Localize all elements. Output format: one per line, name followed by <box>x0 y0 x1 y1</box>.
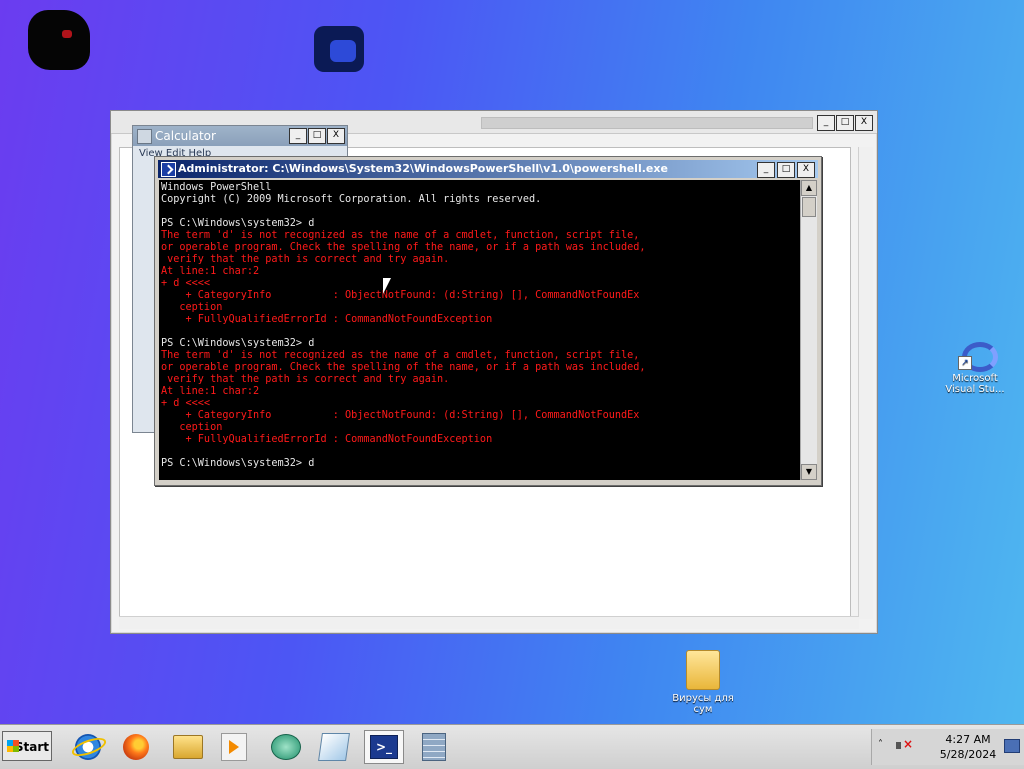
console-line: + FullyQualifiedErrorId : CommandNotFoun… <box>161 314 493 325</box>
titlebar-strip <box>481 117 813 129</box>
close-button[interactable]: X <box>327 128 345 144</box>
windows-logo-icon <box>7 740 19 752</box>
clock-date: 5/28/2024 <box>939 748 997 761</box>
console-line: ception <box>161 422 223 433</box>
firefox-icon <box>123 734 149 760</box>
taskbar-item-internet-explorer[interactable] <box>68 730 108 764</box>
show-desktop-icon[interactable] <box>1004 739 1020 753</box>
close-button[interactable]: X <box>855 115 873 131</box>
calculator-titlebar[interactable]: Calculator _ □ X <box>133 126 347 146</box>
clock[interactable]: 4:27 AM 5/28/2024 <box>932 732 1004 762</box>
calculator-icon <box>137 129 152 144</box>
start-button[interactable]: Start <box>2 731 52 761</box>
console-line: Copyright (C) 2009 Microsoft Corporation… <box>161 194 542 205</box>
folder-icon <box>686 650 720 690</box>
visual-studio-icon: ↗ <box>958 340 998 372</box>
powershell-titlebar[interactable]: Administrator: C:\Windows\System32\Windo… <box>158 160 818 178</box>
chat-icon <box>271 734 301 760</box>
powershell-title: Administrator: C:\Windows\System32\Windo… <box>178 162 668 175</box>
taskbar-item-notepad[interactable] <box>314 730 354 764</box>
console-line: Windows PowerShell <box>161 182 272 193</box>
clock-time: 4:27 AM <box>945 733 991 746</box>
maximize-button[interactable]: □ <box>777 162 795 178</box>
minimize-button[interactable]: _ <box>289 128 307 144</box>
calculator-title: Calculator <box>155 129 216 143</box>
powershell-icon <box>161 162 176 177</box>
horizontal-scrollbar[interactable] <box>119 616 859 629</box>
ie-icon <box>75 734 101 760</box>
powershell-window[interactable]: Administrator: C:\Windows\System32\Windo… <box>154 156 822 486</box>
console-line: ception <box>161 302 223 313</box>
maximize-button[interactable]: □ <box>308 128 326 144</box>
folder-icon <box>173 735 203 759</box>
speaker-muted-icon[interactable] <box>896 737 913 753</box>
desktop-artifact <box>28 10 90 70</box>
console-line: At line:1 char:2 <box>161 266 260 277</box>
scroll-thumb[interactable] <box>802 197 816 217</box>
maximize-button[interactable]: □ <box>836 115 854 131</box>
desktop-icon-visual-studio[interactable]: ↗ Microsoft Visual Stu... <box>940 340 1010 395</box>
desktop-artifact <box>330 40 356 62</box>
console-scrollbar[interactable]: ▲ ▼ <box>800 180 817 480</box>
desktop-icon-folder[interactable]: Вирусы для сум <box>668 650 738 715</box>
console-line: The term 'd' is not recognized as the na… <box>161 230 640 241</box>
console-line: The term 'd' is not recognized as the na… <box>161 350 640 361</box>
scroll-up-arrow-icon[interactable]: ▲ <box>801 180 817 196</box>
console-line: or operable program. Check the spelling … <box>161 242 646 253</box>
taskbar-item-windows-explorer[interactable] <box>168 730 208 764</box>
console-line: PS C:\Windows\system32> d <box>161 218 315 229</box>
desktop-artifact <box>62 30 72 38</box>
taskbar-item-calculator[interactable] <box>414 730 454 764</box>
console-line: + FullyQualifiedErrorId : CommandNotFoun… <box>161 434 493 445</box>
notepad-icon <box>318 733 350 761</box>
taskbar-item-powershell[interactable]: >_ <box>364 730 404 764</box>
console-line: + CategoryInfo : ObjectNotFound: (d:Stri… <box>161 290 640 301</box>
show-hidden-icons-chevron-icon[interactable]: ˄ <box>878 739 883 750</box>
taskbar-item-firefox[interactable] <box>116 730 156 764</box>
desktop-icon-label: Вирусы для сум <box>672 693 734 715</box>
console-line: + d <<<< <box>161 398 211 409</box>
system-tray: ˄ 4:27 AM 5/28/2024 <box>871 729 1024 765</box>
scroll-down-arrow-icon[interactable]: ▼ <box>801 464 817 480</box>
console-line: At line:1 char:2 <box>161 386 260 397</box>
console-line: verify that the path is correct and try … <box>161 254 450 265</box>
console-line: or operable program. Check the spelling … <box>161 362 646 373</box>
console-line: + CategoryInfo : ObjectNotFound: (d:Stri… <box>161 410 640 421</box>
taskbar: Start >_ ˄ 4:27 AM 5/28/2024 <box>0 724 1024 769</box>
console-line: + d <<<< <box>161 278 211 289</box>
minimize-button[interactable]: _ <box>757 162 775 178</box>
desktop-icon-label: Microsoft Visual Stu... <box>945 373 1005 395</box>
media-player-icon <box>221 733 247 761</box>
console-line: PS C:\Windows\system32> d <box>161 458 315 469</box>
start-label: Start <box>14 740 49 754</box>
calculator-icon <box>422 733 446 761</box>
taskbar-item-media-player[interactable] <box>214 730 254 764</box>
close-button[interactable]: X <box>797 162 815 178</box>
vertical-scrollbar[interactable] <box>858 147 873 619</box>
console-line: PS C:\Windows\system32> d <box>161 338 315 349</box>
powershell-icon: >_ <box>370 735 398 759</box>
minimize-button[interactable]: _ <box>817 115 835 131</box>
console-line: verify that the path is correct and try … <box>161 374 450 385</box>
taskbar-item-chat-app[interactable] <box>266 730 306 764</box>
console-output[interactable]: Windows PowerShell Copyright (C) 2009 Mi… <box>159 180 801 480</box>
mouse-cursor-icon <box>383 278 391 294</box>
